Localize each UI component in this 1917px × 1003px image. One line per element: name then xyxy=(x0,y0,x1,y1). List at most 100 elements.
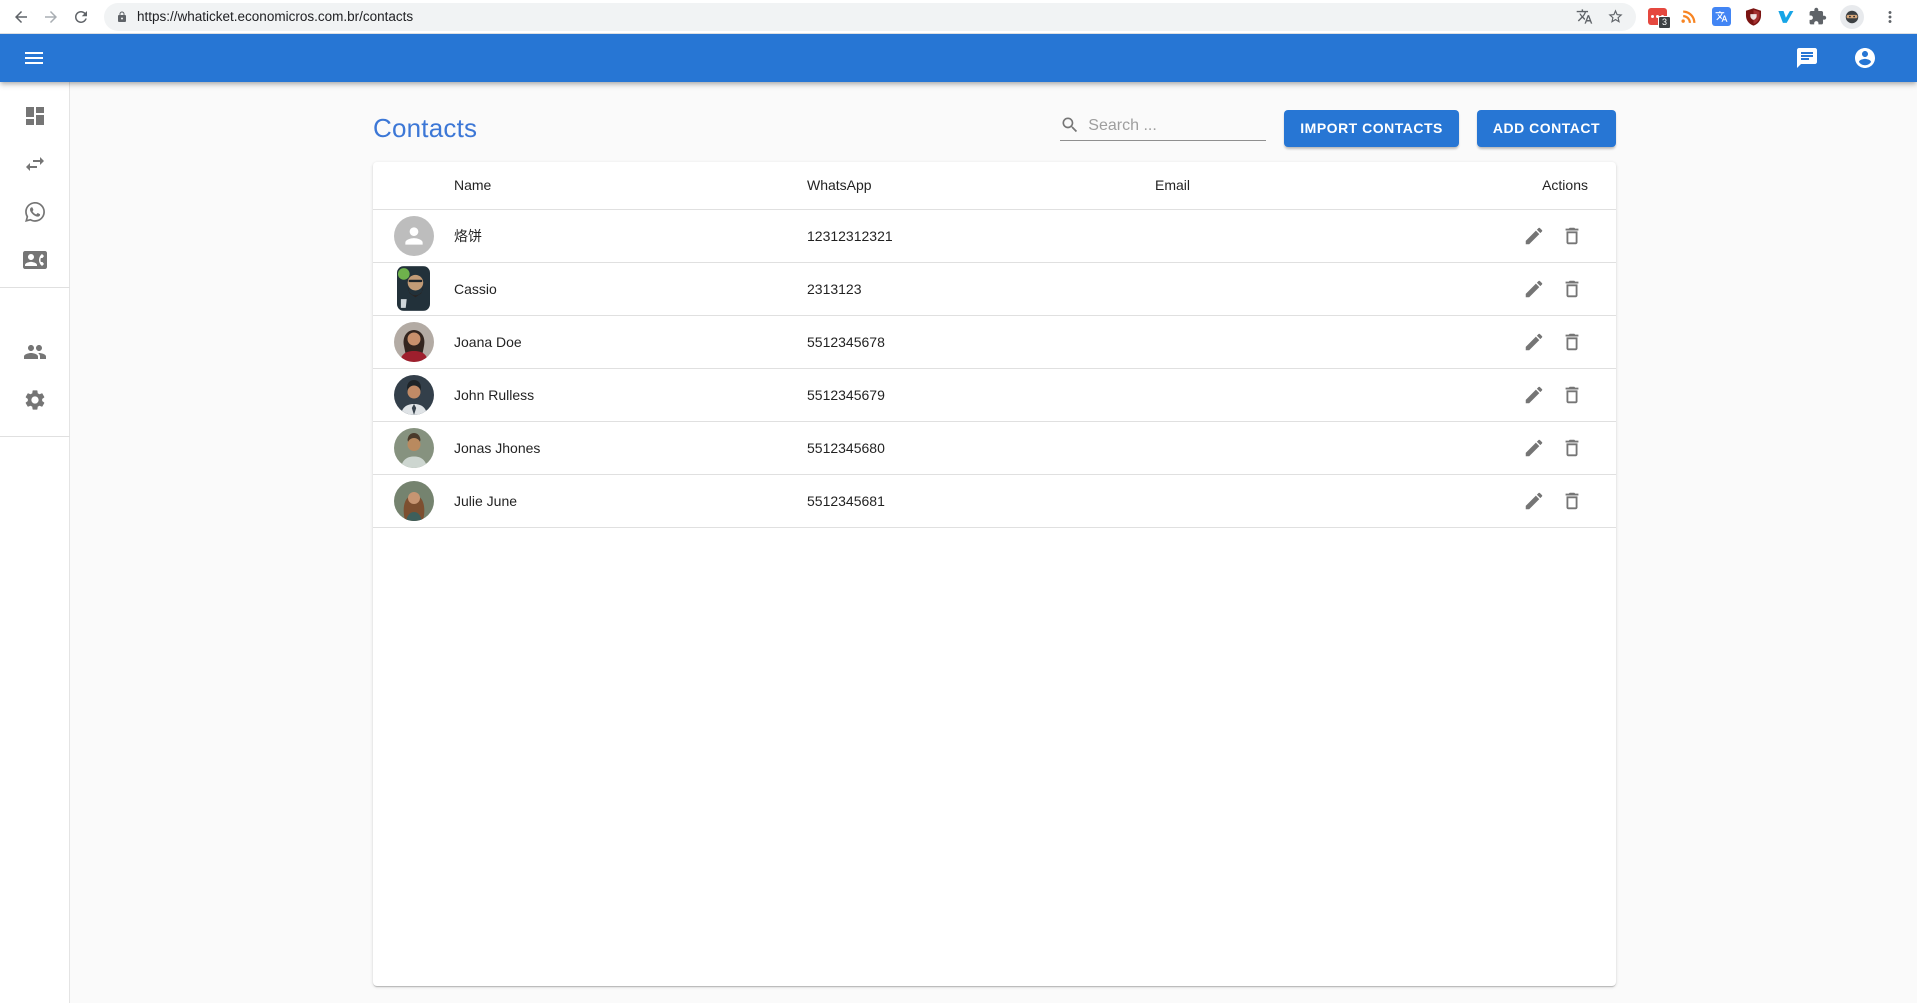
edit-contact-button[interactable] xyxy=(1520,487,1548,515)
delete-contact-button[interactable] xyxy=(1558,222,1586,250)
extensions-area: 3 xyxy=(1644,5,1911,29)
delete-contact-button[interactable] xyxy=(1558,275,1586,303)
extension-red-badge-icon[interactable]: 3 xyxy=(1648,7,1667,26)
account-circle-icon xyxy=(1853,46,1877,70)
translate-page-icon[interactable] xyxy=(1576,8,1593,25)
contact-email xyxy=(1155,421,1485,474)
table-row: 烙饼 12312312321 xyxy=(373,209,1616,262)
contact-name: Jonas Jhones xyxy=(454,421,807,474)
browser-back-button[interactable] xyxy=(6,2,36,32)
table-row: Jonas Jhones 5512345680 xyxy=(373,421,1616,474)
sidebar-item-contacts[interactable] xyxy=(11,236,59,284)
vimeo-extension-icon[interactable] xyxy=(1776,7,1795,26)
contact-email xyxy=(1155,315,1485,368)
contact-whatsapp: 2313123 xyxy=(807,262,1155,315)
sidebar-divider xyxy=(0,436,70,437)
pencil-icon xyxy=(1523,437,1545,459)
app-bar xyxy=(0,34,1917,82)
contact-whatsapp: 5512345681 xyxy=(807,474,1155,527)
edit-contact-button[interactable] xyxy=(1520,275,1548,303)
contact-email xyxy=(1155,368,1485,421)
contact-name: John Rulless xyxy=(454,368,807,421)
trash-icon xyxy=(1561,278,1583,300)
pencil-icon xyxy=(1523,331,1545,353)
people-icon xyxy=(23,340,47,364)
browser-reload-button[interactable] xyxy=(66,2,96,32)
messages-button[interactable] xyxy=(1789,40,1825,76)
sidebar xyxy=(0,82,70,1003)
account-button[interactable] xyxy=(1847,40,1883,76)
edit-contact-button[interactable] xyxy=(1520,434,1548,462)
extension-badge-count: 3 xyxy=(1658,16,1671,29)
import-contacts-button[interactable]: IMPORT CONTACTS xyxy=(1284,110,1459,147)
https-padlock-icon xyxy=(116,11,128,23)
page-title: Contacts xyxy=(373,113,477,144)
browser-forward-button[interactable] xyxy=(36,2,66,32)
contacts-card: Name WhatsApp Email Actions 烙饼 123123123… xyxy=(373,162,1616,986)
edit-contact-button[interactable] xyxy=(1520,328,1548,356)
sidebar-item-users[interactable] xyxy=(11,328,59,376)
pencil-icon xyxy=(1523,225,1545,247)
trash-icon xyxy=(1561,437,1583,459)
trash-icon xyxy=(1561,225,1583,247)
gear-icon xyxy=(23,388,47,412)
contact-email xyxy=(1155,209,1485,262)
hamburger-icon xyxy=(22,46,46,70)
sidebar-divider xyxy=(0,287,70,288)
whatsapp-icon xyxy=(23,200,47,224)
menu-button[interactable] xyxy=(16,40,52,76)
chat-icon xyxy=(1795,46,1819,70)
name-column-header: Name xyxy=(454,162,807,209)
add-contact-button[interactable]: ADD CONTACT xyxy=(1477,110,1616,147)
dashboard-icon xyxy=(23,104,47,128)
address-bar[interactable]: https://whaticket.economicros.com.br/con… xyxy=(104,3,1636,31)
contact-phone-icon xyxy=(23,248,47,272)
pencil-icon xyxy=(1523,278,1545,300)
forward-arrow-icon xyxy=(42,8,60,26)
contact-photo-avatar xyxy=(394,375,434,415)
table-row: John Rulless 5512345679 xyxy=(373,368,1616,421)
browser-profile-avatar[interactable] xyxy=(1840,5,1864,29)
contact-name: Cassio xyxy=(454,262,807,315)
contact-email xyxy=(1155,262,1485,315)
sidebar-item-connections[interactable] xyxy=(11,140,59,188)
main-content: Contacts IMPORT CONTACTS ADD CONTACT Nam… xyxy=(70,82,1917,1003)
contacts-table: Name WhatsApp Email Actions 烙饼 123123123… xyxy=(373,162,1616,528)
bookmark-star-icon[interactable] xyxy=(1607,8,1624,25)
person-icon xyxy=(401,223,427,249)
contact-photo-avatar xyxy=(394,322,434,362)
table-header-row: Name WhatsApp Email Actions xyxy=(373,162,1616,209)
browser-toolbar: https://whaticket.economicros.com.br/con… xyxy=(0,0,1917,34)
google-translate-extension-icon[interactable] xyxy=(1712,7,1731,26)
contact-photo-avatar xyxy=(397,266,430,311)
actions-column-header: Actions xyxy=(1485,162,1616,209)
delete-contact-button[interactable] xyxy=(1558,487,1586,515)
table-row: Joana Doe 5512345678 xyxy=(373,315,1616,368)
delete-contact-button[interactable] xyxy=(1558,381,1586,409)
edit-contact-button[interactable] xyxy=(1520,222,1548,250)
contact-photo-avatar xyxy=(394,481,434,521)
contact-photo-avatar xyxy=(394,428,434,468)
pencil-icon xyxy=(1523,490,1545,512)
pencil-icon xyxy=(1523,384,1545,406)
ublock-extension-icon[interactable] xyxy=(1744,7,1763,26)
sidebar-item-tickets[interactable] xyxy=(11,188,59,236)
table-row: Julie June 5512345681 xyxy=(373,474,1616,527)
whatsapp-column-header: WhatsApp xyxy=(807,162,1155,209)
contact-name: Joana Doe xyxy=(454,315,807,368)
sidebar-item-settings[interactable] xyxy=(11,376,59,424)
ninja-avatar-icon xyxy=(1842,7,1862,27)
delete-contact-button[interactable] xyxy=(1558,328,1586,356)
search-input[interactable] xyxy=(1088,117,1248,135)
table-row: Cassio 2313123 xyxy=(373,262,1616,315)
delete-contact-button[interactable] xyxy=(1558,434,1586,462)
browser-menu-icon[interactable] xyxy=(1881,8,1899,26)
rss-extension-icon[interactable] xyxy=(1680,7,1699,26)
sidebar-item-dashboard[interactable] xyxy=(11,92,59,140)
avatar-column-header xyxy=(373,162,454,209)
edit-contact-button[interactable] xyxy=(1520,381,1548,409)
extensions-puzzle-icon[interactable] xyxy=(1808,7,1827,26)
trash-icon xyxy=(1561,490,1583,512)
trash-icon xyxy=(1561,384,1583,406)
reload-icon xyxy=(72,8,90,26)
